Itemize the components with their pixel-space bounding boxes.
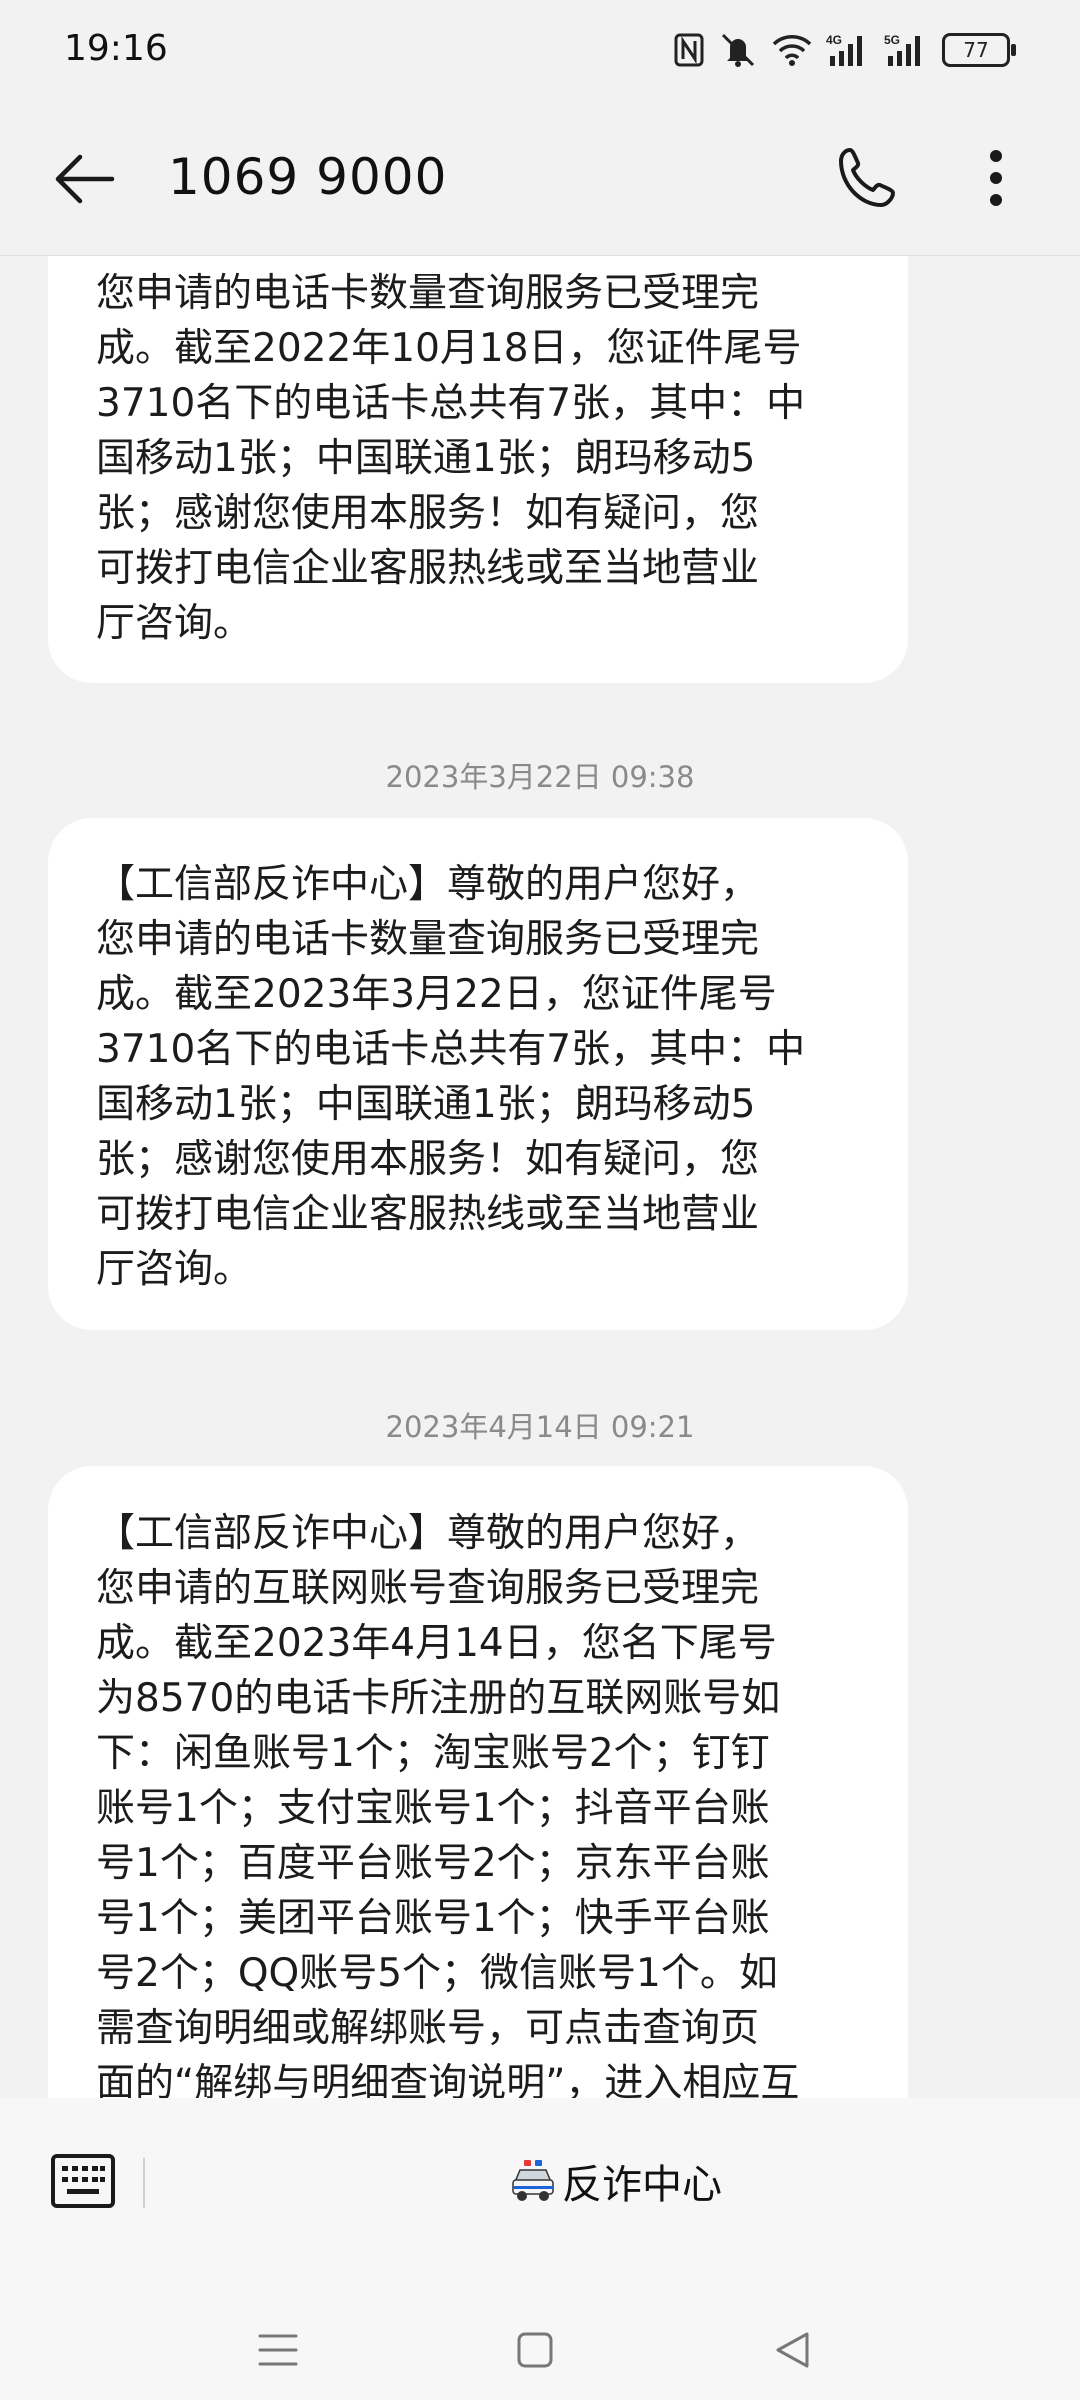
signal-5g-icon: 5G	[884, 32, 928, 68]
message-line: 您申请的互联网账号查询服务已受理完	[96, 1566, 760, 1611]
more-vert-icon	[990, 150, 1002, 206]
message-line: 厅咨询。	[96, 601, 253, 646]
back-triangle-icon	[776, 2332, 809, 2368]
message-line: 张；感谢您使用本服务！如有疑问，您	[96, 1137, 760, 1182]
message-line: 可拨打电信企业客服热线或至当地营业	[96, 546, 760, 591]
message-timestamp: 2023年3月22日 09:38	[385, 760, 695, 794]
battery-icon: 77	[942, 33, 1016, 67]
home-icon	[517, 2332, 553, 2368]
status-icons: 4G 5G 77	[674, 28, 1016, 72]
signal-4g-icon: 4G	[826, 32, 870, 68]
message-line: 您申请的电话卡数量查询服务已受理完	[96, 917, 760, 962]
message-line: 号1个；百度平台账号2个；京东平台账	[96, 1841, 770, 1886]
call-button[interactable]	[830, 140, 906, 216]
message-line: 可拨打电信企业客服热线或至当地营业	[96, 1192, 760, 1237]
message-bubble[interactable]: 您申请的电话卡数量查询服务已受理完 成。截至2022年10月18日，您证件尾号 …	[48, 256, 908, 683]
message-line: 下：闲鱼账号1个；淘宝账号2个；钉钉	[96, 1731, 770, 1776]
message-line: 国移动1张；中国联通1张；朗玛移动5	[96, 436, 756, 481]
message-timestamp: 2023年4月14日 09:21	[385, 1410, 695, 1444]
wifi-icon	[772, 34, 812, 66]
message-line: 您申请的电话卡数量查询服务已受理完	[96, 271, 760, 316]
back-arrow-icon	[55, 154, 115, 204]
message-line: 号1个；美团平台账号1个；快手平台账	[96, 1896, 770, 1941]
message-bubble[interactable]: 【工信部反诈中心】尊敬的用户您好， 您申请的电话卡数量查询服务已受理完 成。截至…	[48, 818, 908, 1330]
back-button[interactable]	[44, 144, 124, 214]
message-thread[interactable]: 您申请的电话卡数量查询服务已受理完 成。截至2022年10月18日，您证件尾号 …	[0, 256, 1080, 2098]
status-bar: 19:16 4G 5G 77	[0, 0, 1080, 100]
message-line: 成。截至2023年4月14日，您名下尾号	[96, 1621, 777, 1666]
message-bubble[interactable]: 【工信部反诈中心】尊敬的用户您好， 您申请的互联网账号查询服务已受理完 成。截至…	[48, 1466, 908, 2098]
message-line: 厅咨询。	[96, 1247, 253, 1292]
conversation-title: 1069 9000	[168, 148, 448, 206]
message-line: 账号1个；支付宝账号1个；抖音平台账	[96, 1786, 770, 1831]
message-line: 为8570的电话卡所注册的互联网账号如	[96, 1676, 781, 1721]
message-line: 成。截至2022年10月18日，您证件尾号	[96, 326, 802, 371]
nav-back-button[interactable]	[752, 2310, 832, 2390]
nfc-icon	[674, 33, 704, 67]
anti-fraud-center-label: 反诈中心	[562, 2162, 722, 2208]
message-line: 号2个；QQ账号5个；微信账号1个。如	[96, 1951, 778, 1996]
status-time: 19:16	[64, 28, 168, 69]
message-line: 【工信部反诈中心】尊敬的用户您好，	[96, 1511, 760, 1556]
nav-home-button[interactable]	[495, 2310, 575, 2390]
composer-divider	[143, 2158, 145, 2208]
message-line: 面的“解绑与明细查询说明”，进入相应互	[96, 2061, 800, 2098]
svg-text:5G: 5G	[884, 33, 900, 47]
phone-icon	[839, 148, 895, 207]
message-line: 【工信部反诈中心】尊敬的用户您好，	[96, 862, 760, 907]
message-line: 成。截至2023年3月22日，您证件尾号	[96, 972, 777, 1017]
keyboard-button[interactable]	[50, 2153, 116, 2209]
menu-icon	[258, 2334, 298, 2366]
anti-fraud-center-button[interactable]: 反诈中心	[510, 2146, 722, 2216]
svg-text:4G: 4G	[826, 33, 842, 47]
nav-menu-button[interactable]	[238, 2310, 318, 2390]
battery-level: 77	[963, 38, 989, 62]
mute-icon	[718, 32, 758, 68]
message-line: 国移动1张；中国联通1张；朗玛移动5	[96, 1082, 756, 1127]
message-line: 需查询明细或解绑账号，可点击查询页	[96, 2006, 760, 2051]
system-nav-bar	[0, 2300, 1080, 2400]
message-line: 张；感谢您使用本服务！如有疑问，您	[96, 491, 760, 536]
keyboard-icon	[51, 2154, 115, 2208]
conversation-header: 1069 9000	[0, 100, 1080, 256]
message-line: 3710名下的电话卡总共有7张，其中：中	[96, 381, 806, 426]
message-line: 3710名下的电话卡总共有7张，其中：中	[96, 1027, 806, 1072]
police-car-icon	[512, 2160, 554, 2201]
more-options-button[interactable]	[970, 140, 1022, 216]
